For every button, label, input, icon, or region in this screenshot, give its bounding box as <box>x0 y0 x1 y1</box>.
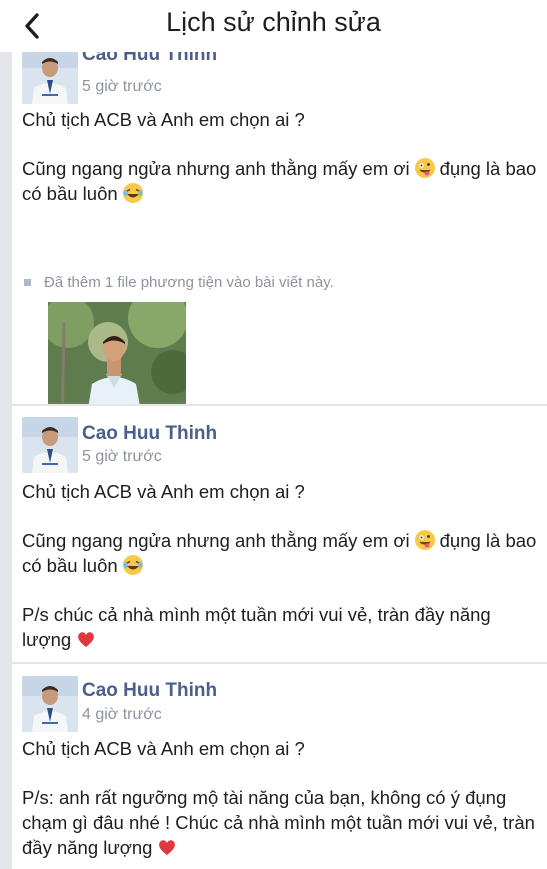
post-paragraph: Cũng ngang ngửa nhưng anh thằng mấy em ơ… <box>22 158 537 204</box>
author-name[interactable]: Cao Huu Thinh <box>82 680 217 702</box>
laughing-tears-emoji-icon <box>122 183 143 203</box>
post-body: Chủ tịch ACB và Anh em chọn ai ? Cũng ng… <box>22 479 542 652</box>
history-entry: Cao Huu Thinh 4 giờ trước Chủ tịch ACB v… <box>12 664 547 869</box>
history-entry: Cao Huu Thinh 5 giờ trước Chủ tịch ACB v… <box>12 52 547 440</box>
post-line: Chủ tịch ACB và Anh em chọn ai ? <box>22 738 305 759</box>
avatar[interactable] <box>22 52 78 104</box>
crazy-face-emoji-icon <box>414 530 435 550</box>
red-heart-emoji-icon <box>159 840 176 855</box>
post-paragraph: Cũng ngang ngửa nhưng anh thằng mấy em ơ… <box>22 530 537 576</box>
post-body: Chủ tịch ACB và Anh em chọn ai ? Cũng ng… <box>22 107 542 206</box>
post-body: Chủ tịch ACB và Anh em chọn ai ? P/s: an… <box>22 736 542 860</box>
red-heart-emoji-icon <box>78 632 95 647</box>
timestamp: 5 giờ trước <box>82 78 162 95</box>
avatar[interactable] <box>22 417 78 473</box>
post-paragraph: P/s: anh rất ngưỡng mộ tài năng của bạn,… <box>22 787 535 858</box>
history-entry: Cao Huu Thinh 5 giờ trước Chủ tịch ACB v… <box>12 406 547 662</box>
timestamp: 5 giờ trước <box>82 448 162 465</box>
timestamp: 4 giờ trước <box>82 706 162 723</box>
bullet-icon <box>24 279 31 286</box>
post-line: Chủ tịch ACB và Anh em chọn ai ? <box>22 481 305 502</box>
post-paragraph: P/s chúc cả nhà mình một tuần mới vui vẻ… <box>22 604 491 650</box>
laughing-tears-emoji-icon <box>122 555 143 575</box>
media-added-note: Đã thêm 1 file phương tiện vào bài viết … <box>24 274 334 291</box>
crazy-face-emoji-icon <box>414 158 435 178</box>
header: Lịch sử chỉnh sửa <box>0 0 547 52</box>
page-title: Lịch sử chỉnh sửa <box>166 7 381 37</box>
avatar[interactable] <box>22 676 78 732</box>
left-rail <box>0 52 12 869</box>
author-name[interactable]: Cao Huu Thinh <box>82 52 217 66</box>
author-name[interactable]: Cao Huu Thinh <box>82 423 217 445</box>
edit-history-list[interactable]: Cao Huu Thinh 5 giờ trước Chủ tịch ACB v… <box>12 52 547 869</box>
post-line: Chủ tịch ACB và Anh em chọn ai ? <box>22 109 305 130</box>
